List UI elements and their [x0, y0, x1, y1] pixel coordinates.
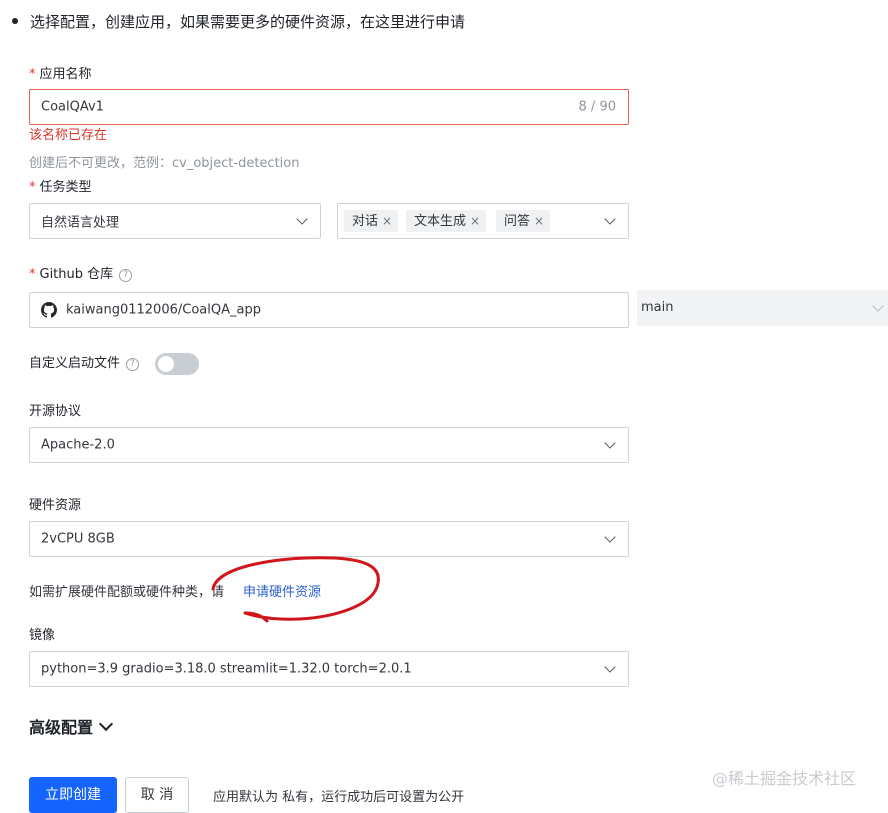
hardware-label: 硬件资源 [29, 498, 82, 513]
custom-start-label-text: 自定义启动文件 [29, 356, 121, 371]
github-label: * Github 仓库? [29, 266, 133, 284]
image-select[interactable]: python=3.9 gradio=3.18.0 streamlit=1.32.… [29, 651, 629, 687]
chevron-down-icon [604, 213, 616, 225]
hardware-value: 2vCPU 8GB [41, 531, 115, 547]
app-name-error: 该名称已存在 [29, 128, 108, 143]
intro-text: 选择配置，创建应用，如果需要更多的硬件资源，在这里进行申请 [30, 13, 466, 31]
required-mark: * [29, 267, 36, 282]
license-value: Apache-2.0 [41, 437, 115, 453]
license-select[interactable]: Apache-2.0 [29, 427, 629, 463]
task-tag-label: 对话 [352, 214, 379, 229]
task-category-value: 自然语言处理 [41, 215, 120, 231]
app-name-label: * 应用名称 [29, 66, 92, 84]
chevron-down-icon [98, 716, 114, 732]
app-name-counter: 8 / 90 [578, 99, 616, 115]
visibility-note: 应用默认为 私有，运行成功后可设置为公开 [213, 790, 465, 805]
bullet-dot [12, 18, 18, 24]
help-icon[interactable]: ? [119, 269, 133, 282]
required-mark: * [29, 67, 36, 82]
app-name-input[interactable]: CoalQAv1 8 / 90 [29, 89, 629, 125]
image-value: python=3.9 gradio=3.18.0 streamlit=1.32.… [41, 661, 412, 677]
task-category-select[interactable]: 自然语言处理 [29, 203, 321, 239]
app-name-label-text: 应用名称 [39, 67, 92, 82]
chevron-down-icon [604, 661, 616, 673]
chevron-down-icon [296, 213, 308, 225]
remove-tag-icon[interactable]: × [470, 214, 480, 228]
custom-start-label: 自定义启动文件? [29, 355, 140, 373]
help-icon[interactable]: ? [126, 358, 140, 371]
remove-tag-icon[interactable]: × [534, 214, 544, 228]
task-tag: 文本生成 × [406, 210, 487, 232]
task-tag: 问答 × [496, 210, 551, 232]
chevron-down-icon [604, 531, 616, 543]
watermark: @稀土掘金技术社区 [712, 769, 857, 788]
hardware-extend-text: 如需扩展硬件配额或硬件种类，请 [29, 585, 225, 600]
cancel-button[interactable]: 取 消 [125, 777, 189, 813]
github-icon [41, 302, 57, 318]
github-repo-value: kaiwang0112006/CoalQA_app [66, 302, 261, 318]
toggle-knob [158, 356, 174, 372]
github-repo-input[interactable]: kaiwang0112006/CoalQA_app [29, 292, 629, 328]
remove-tag-icon[interactable]: × [382, 214, 392, 228]
chevron-down-icon [872, 300, 884, 312]
license-label: 开源协议 [29, 404, 82, 419]
task-tags-select[interactable]: 对话 × 文本生成 × 问答 × [337, 203, 629, 239]
task-type-label: * 任务类型 [29, 179, 92, 197]
red-circle-annotation [211, 556, 380, 623]
custom-start-toggle[interactable] [155, 353, 199, 375]
image-label: 镜像 [29, 628, 56, 643]
advanced-config-label: 高级配置 [29, 718, 94, 737]
app-name-value: CoalQAv1 [41, 99, 104, 115]
task-tag: 对话 × [344, 210, 399, 232]
branch-value: main [641, 300, 674, 315]
task-tag-label: 问答 [504, 214, 531, 229]
create-button[interactable]: 立即创建 [29, 777, 117, 813]
required-mark: * [29, 180, 36, 195]
chevron-down-icon [604, 437, 616, 449]
app-name-hint: 创建后不可更改，范例：cv_object-detection [29, 156, 300, 171]
branch-select[interactable]: main [637, 290, 888, 326]
github-label-text: Github 仓库 [39, 267, 114, 282]
task-tag-label: 文本生成 [414, 214, 467, 229]
task-type-label-text: 任务类型 [39, 180, 92, 195]
advanced-config-toggle[interactable]: 高级配置 [29, 714, 114, 738]
